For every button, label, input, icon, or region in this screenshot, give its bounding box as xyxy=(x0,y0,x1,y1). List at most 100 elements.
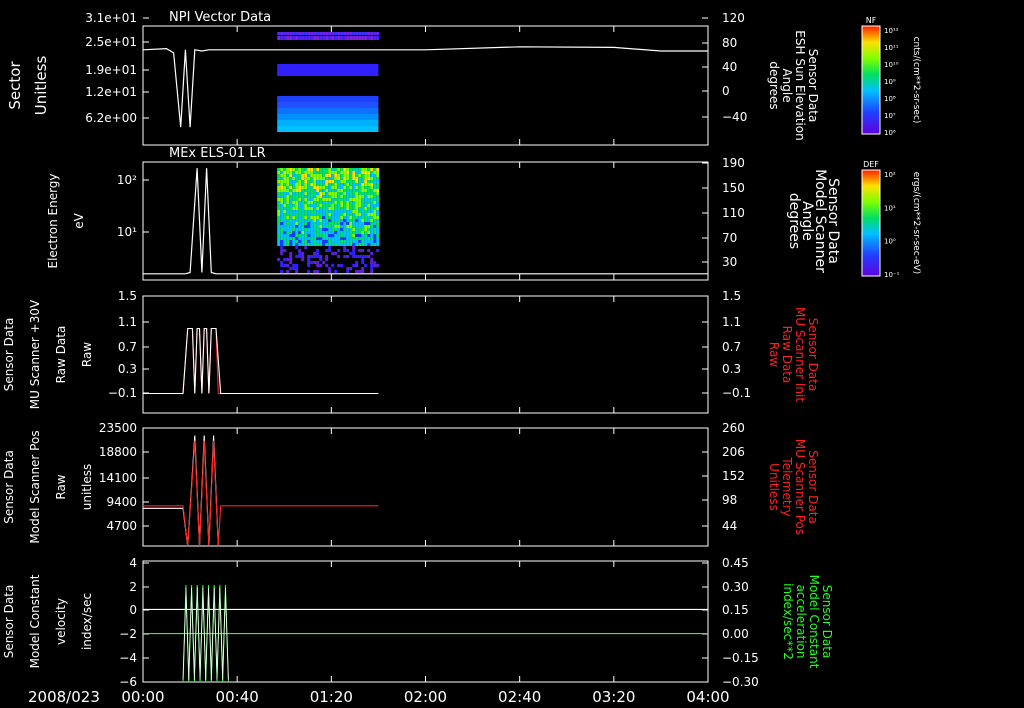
heatmap-cell xyxy=(286,237,290,240)
heatmap-cell xyxy=(286,225,290,228)
heatmap-cell xyxy=(307,177,311,180)
heatmap-cell xyxy=(292,201,296,204)
heatmap-cell xyxy=(346,32,350,35)
heatmap-cell xyxy=(283,195,287,198)
heatmap-cell xyxy=(301,216,305,219)
heatmap-cell xyxy=(364,204,368,207)
heatmap-cell xyxy=(301,168,305,171)
y2-tick-label: 0.15 xyxy=(722,603,749,617)
y2-axis-label: Sensor Data xyxy=(806,450,820,524)
heatmap-cell xyxy=(355,32,359,35)
heatmap-cell xyxy=(346,36,350,40)
heatmap-cell xyxy=(352,201,356,204)
heatmap-cell xyxy=(343,174,347,177)
heatmap-cell xyxy=(361,243,365,246)
heatmap-cell xyxy=(280,231,284,234)
heatmap-cell xyxy=(283,225,287,228)
heatmap-cell xyxy=(358,228,362,231)
x-tick-label: 02:00 xyxy=(404,688,447,706)
heatmap-cell xyxy=(322,243,326,246)
heatmap-cell xyxy=(334,183,338,186)
heatmap-cell xyxy=(310,219,314,222)
heatmap-cell xyxy=(337,240,341,243)
heatmap-cell xyxy=(346,216,350,219)
heatmap-cell xyxy=(277,216,281,219)
heatmap-cell xyxy=(304,183,308,186)
heatmap-cell xyxy=(280,216,284,219)
heatmap-cell xyxy=(316,192,320,195)
heatmap-cell xyxy=(334,237,338,240)
heatmap-cell xyxy=(289,32,293,35)
heatmap-cell xyxy=(286,216,290,219)
heatmap-cell xyxy=(310,177,314,180)
heatmap-cell xyxy=(316,270,320,273)
heatmap-cell xyxy=(355,234,359,237)
heatmap-cell xyxy=(301,192,305,195)
colorbar-tick-label: 10¹⁰ xyxy=(884,61,899,69)
heatmap-cell xyxy=(355,183,359,186)
heatmap-cell xyxy=(337,228,341,231)
heatmap-cell xyxy=(358,231,362,234)
heatmap-cell xyxy=(277,198,281,201)
line-series xyxy=(142,46,708,128)
heatmap-band xyxy=(277,108,379,114)
heatmap-cell xyxy=(355,180,359,183)
heatmap-cell xyxy=(352,264,356,267)
heatmap-cell xyxy=(352,207,356,210)
heatmap-cell xyxy=(280,189,284,192)
y-axis-label: Raw xyxy=(80,342,94,367)
heatmap-cell xyxy=(310,171,314,174)
heatmap-cell xyxy=(340,171,344,174)
heatmap-cell xyxy=(295,168,299,171)
heatmap-cell xyxy=(319,180,323,183)
heatmap-cell xyxy=(304,243,308,246)
heatmap-cell xyxy=(307,32,311,35)
heatmap-cell xyxy=(292,174,296,177)
heatmap-cell xyxy=(316,216,320,219)
heatmap-cell xyxy=(376,189,380,192)
heatmap-cell xyxy=(334,32,338,35)
heatmap-cell xyxy=(361,204,365,207)
heatmap-cell xyxy=(355,225,359,228)
heatmap-cell xyxy=(322,168,326,171)
heatmap-cell xyxy=(277,201,281,204)
heatmap-cell xyxy=(355,198,359,201)
heatmap-cell xyxy=(373,198,377,201)
heatmap-cell xyxy=(277,186,281,189)
heatmap-cell xyxy=(277,213,281,216)
heatmap-cell xyxy=(370,234,374,237)
heatmap-cell xyxy=(316,177,320,180)
heatmap-cell xyxy=(292,36,296,40)
heatmap-cell xyxy=(277,36,281,40)
heatmap-cell xyxy=(376,264,380,267)
heatmap-cell xyxy=(328,204,332,207)
heatmap-cell xyxy=(373,213,377,216)
heatmap-cell xyxy=(292,183,296,186)
heatmap-cell xyxy=(310,183,314,186)
heatmap-cell xyxy=(364,183,368,186)
heatmap-cell xyxy=(295,177,299,180)
heatmap-cell xyxy=(367,198,371,201)
heatmap-cell xyxy=(289,228,293,231)
heatmap-cell xyxy=(328,171,332,174)
heatmap-cell xyxy=(370,180,374,183)
heatmap-cell xyxy=(316,252,320,255)
heatmap-cell xyxy=(367,189,371,192)
heatmap-cell xyxy=(340,234,344,237)
heatmap-cell xyxy=(289,186,293,189)
heatmap-cell xyxy=(295,264,299,267)
colorbar-rect xyxy=(861,25,881,135)
heatmap-cell xyxy=(337,234,341,237)
heatmap-cell xyxy=(319,207,323,210)
heatmap-cell xyxy=(343,183,347,186)
x-tick-label: 01:20 xyxy=(310,688,353,706)
heatmap-cell xyxy=(331,180,335,183)
heatmap-cell xyxy=(352,228,356,231)
heatmap-cell xyxy=(370,183,374,186)
heatmap-cell xyxy=(286,183,290,186)
heatmap-cell xyxy=(340,210,344,213)
heatmap-cell xyxy=(304,192,308,195)
heatmap-cell xyxy=(343,243,347,246)
heatmap-cell xyxy=(316,210,320,213)
y-axis-label: index/sec xyxy=(80,593,94,650)
